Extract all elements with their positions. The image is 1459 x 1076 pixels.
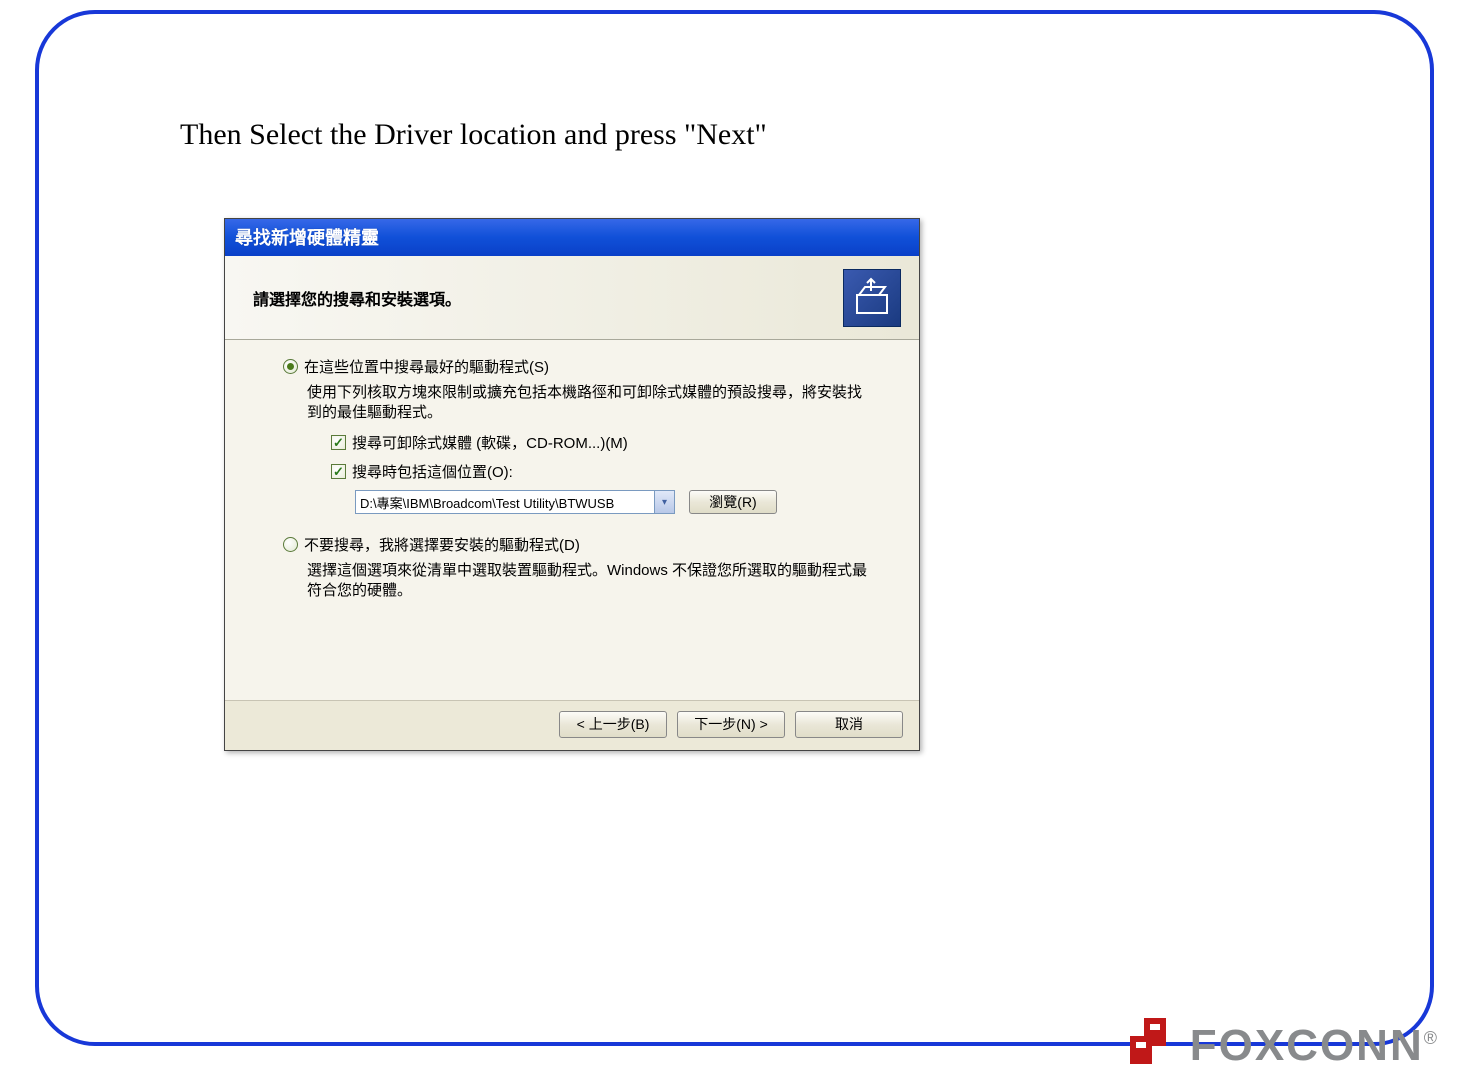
dialog-heading: 請選擇您的搜尋和安裝選項。 xyxy=(253,286,461,310)
checkbox-icon xyxy=(331,435,346,450)
next-button[interactable]: 下一步(N) > xyxy=(677,711,785,738)
instruction-text: Then Select the Driver location and pres… xyxy=(180,118,767,152)
registered-mark: ® xyxy=(1424,1028,1437,1048)
dialog-header: 請選擇您的搜尋和安裝選項。 xyxy=(225,256,919,340)
path-combobox[interactable]: D:\專案\IBM\Broadcom\Test Utility\BTWUSB ▾ xyxy=(355,490,675,514)
option1-description: 使用下列核取方塊來限制或擴充包括本機路徑和可卸除式媒體的預設搜尋，將安裝找到的最… xyxy=(307,383,873,422)
dialog-title: 尋找新增硬體精靈 xyxy=(235,228,379,248)
checkbox-icon xyxy=(331,464,346,479)
radio-dont-search[interactable]: 不要搜尋，我將選擇要安裝的驅動程式(D) xyxy=(283,534,893,555)
checkbox-include-location[interactable]: 搜尋時包括這個位置(O): xyxy=(331,461,893,482)
checkbox-removable-label: 搜尋可卸除式媒體 (軟碟，CD-ROM...)(M) xyxy=(352,432,628,453)
radio-icon xyxy=(283,359,298,374)
brand-text-wrap: FOXCONN® xyxy=(1190,1024,1437,1068)
dialog-body: 在這些位置中搜尋最好的驅動程式(S) 使用下列核取方塊來限制或擴充包括本機路徑和… xyxy=(225,340,919,700)
back-button[interactable]: < 上一步(B) xyxy=(559,711,667,738)
checkbox-location-label: 搜尋時包括這個位置(O): xyxy=(352,461,513,482)
path-value: D:\專案\IBM\Broadcom\Test Utility\BTWUSB xyxy=(356,491,654,513)
option-search-locations: 在這些位置中搜尋最好的驅動程式(S) 使用下列核取方塊來限制或擴充包括本機路徑和… xyxy=(251,356,893,514)
option-dont-search: 不要搜尋，我將選擇要安裝的驅動程式(D) 選擇這個選項來從清單中選取裝置驅動程式… xyxy=(251,534,893,600)
dialog-footer: < 上一步(B) 下一步(N) > 取消 xyxy=(225,700,919,750)
radio-search-best-label: 在這些位置中搜尋最好的驅動程式(S) xyxy=(304,356,549,377)
foxconn-mark-icon xyxy=(1126,1006,1182,1068)
radio-dont-search-label: 不要搜尋，我將選擇要安裝的驅動程式(D) xyxy=(304,534,580,555)
browse-button[interactable]: 瀏覽(R) xyxy=(689,490,777,514)
path-row: D:\專案\IBM\Broadcom\Test Utility\BTWUSB ▾… xyxy=(355,490,893,514)
radio-search-best[interactable]: 在這些位置中搜尋最好的驅動程式(S) xyxy=(283,356,893,377)
option2-description: 選擇這個選項來從清單中選取裝置驅動程式。Windows 不保證您所選取的驅動程式… xyxy=(307,561,873,600)
brand-logo: FOXCONN® xyxy=(1126,1006,1437,1068)
hardware-wizard-dialog: 尋找新增硬體精靈 請選擇您的搜尋和安裝選項。 在這些位置中搜尋最好的驅動程式(S… xyxy=(224,218,920,751)
radio-icon xyxy=(283,537,298,552)
cancel-button[interactable]: 取消 xyxy=(795,711,903,738)
brand-name: FOXCONN xyxy=(1190,1021,1424,1072)
chevron-down-icon[interactable]: ▾ xyxy=(654,491,674,513)
checkbox-removable-media[interactable]: 搜尋可卸除式媒體 (軟碟，CD-ROM...)(M) xyxy=(331,432,893,453)
wizard-icon xyxy=(843,269,901,327)
dialog-title-bar[interactable]: 尋找新增硬體精靈 xyxy=(225,219,919,256)
